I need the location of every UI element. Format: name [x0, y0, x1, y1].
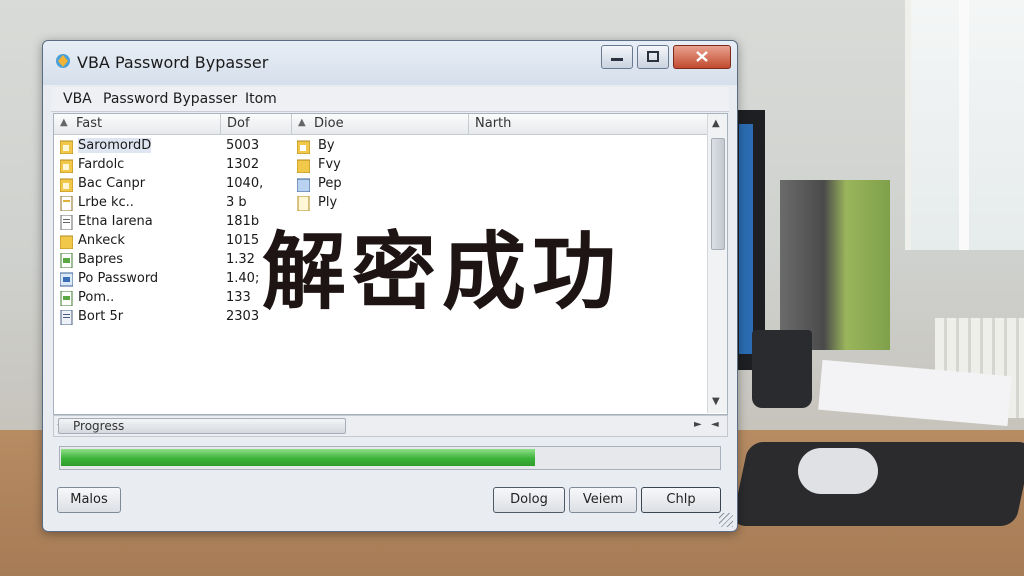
sort-arrow-icon: ▲ [60, 117, 68, 128]
vertical-scrollbar[interactable]: ▲ ▼ [707, 114, 727, 413]
scroll-right-icon[interactable]: ► [694, 419, 702, 430]
scroll-end-icon[interactable]: ◄ [711, 419, 719, 430]
menu-item-item[interactable]: Itom [245, 91, 277, 107]
folder-icon [60, 159, 73, 173]
scroll-up-icon[interactable]: ▲ [712, 118, 720, 129]
chlp-button[interactable]: Chlp [641, 487, 721, 513]
title-bar[interactable]: VBA Password Bypasser [43, 41, 737, 85]
column-header-narth[interactable]: Narth [469, 114, 708, 135]
document-icon [60, 215, 73, 230]
close-icon [696, 51, 708, 62]
document-icon [60, 196, 73, 211]
app-icon [56, 54, 70, 68]
dolog-button[interactable]: Dolog [493, 487, 565, 513]
minimize-button[interactable] [601, 45, 633, 69]
image-icon [60, 272, 73, 287]
scroll-down-icon[interactable]: ▼ [712, 396, 720, 407]
background-window [905, 0, 1024, 250]
blue-folder-icon [297, 178, 310, 192]
veiem-button[interactable]: Veiem [569, 487, 637, 513]
window-title: VBA Password Bypasser [77, 53, 269, 72]
folder-icon [60, 235, 73, 249]
malos-button[interactable]: Malos [57, 487, 121, 513]
progress-fill [61, 449, 535, 466]
horizontal-scroll-thumb[interactable]: Progress [58, 418, 346, 434]
progress-bar [59, 446, 721, 470]
maximize-button[interactable] [637, 45, 669, 69]
background-mouse [798, 448, 878, 494]
column-header-dioe[interactable]: ▲ Dioe [292, 114, 469, 135]
close-button[interactable] [673, 45, 731, 69]
folder-icon [297, 140, 310, 154]
background-pen-cup [752, 330, 812, 408]
folder-icon [297, 159, 310, 173]
background-mousepad [731, 442, 1024, 526]
menu-item-vba[interactable]: VBA [63, 91, 92, 107]
vertical-scroll-thumb[interactable] [711, 138, 725, 250]
folder-icon [60, 140, 73, 154]
sort-arrow-icon: ▲ [298, 117, 306, 128]
resize-grip-icon[interactable] [719, 513, 733, 527]
decryption-success-overlay: 解密成功 [262, 223, 623, 321]
document-icon [60, 253, 73, 268]
minimize-icon [611, 58, 623, 61]
menu-bar: VBA Password Bypasser Itom [51, 87, 729, 112]
column-header-dof[interactable]: Dof [221, 114, 292, 135]
horizontal-scrollbar[interactable]: ◄ Progress ► ◄ [53, 415, 728, 437]
background-file-holder [780, 180, 890, 350]
document-icon [60, 310, 73, 325]
column-header-fast[interactable]: ▲ Fast [54, 114, 221, 135]
folder-icon [60, 178, 73, 192]
document-icon [60, 291, 73, 306]
menu-item-password-bypasser[interactable]: Password Bypasser [103, 91, 237, 107]
scroll-label: Progress [73, 419, 125, 433]
maximize-icon [647, 51, 659, 62]
